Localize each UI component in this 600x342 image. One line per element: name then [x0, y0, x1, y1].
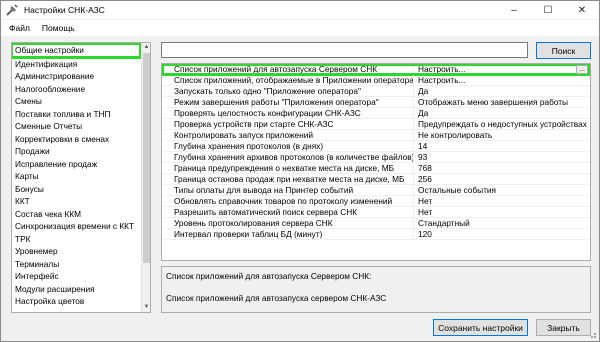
maximize-icon[interactable]: ☐ [531, 1, 565, 19]
table-row[interactable]: Проверка устройств при старте СНК-АЗС Пр… [162, 118, 590, 130]
property-name: Режим завершения работы "Приложения опер… [174, 96, 379, 107]
property-value[interactable]: Да [413, 85, 590, 96]
sidebar-item-receipt-composition[interactable]: Состав чека ККМ [12, 208, 142, 221]
table-row[interactable]: Список приложений для автозапуска Сервер… [162, 63, 590, 76]
sidebar-item-extension-modules[interactable]: Модули расширения [12, 283, 142, 296]
menu-help[interactable]: Помощь [36, 23, 81, 33]
minimize-icon[interactable]: – [497, 1, 531, 19]
property-name: Проверять целостность конфигурации СНК-А… [174, 107, 361, 118]
property-name: Разрешить автоматический поиск сервера С… [174, 206, 358, 217]
table-row[interactable]: Режим завершения работы "Приложения опер… [162, 96, 590, 108]
property-value[interactable]: 14 [413, 140, 590, 151]
table-row[interactable]: Разрешить автоматический поиск сервера С… [162, 206, 590, 218]
table-row[interactable]: Интервал проверки таблиц БД (минут) 120 [162, 228, 590, 240]
table-row[interactable]: Граница останова продаж при нехватке мес… [162, 173, 590, 185]
table-row[interactable]: Запускать только одно "Приложение операт… [162, 85, 590, 97]
property-name: Глубина хранения архивов протоколов (в к… [174, 151, 413, 162]
property-value[interactable]: Предупреждать о недоступных устройствах [413, 118, 590, 129]
description-panel: Список приложений для автозапуска Сервер… [161, 266, 591, 313]
property-name: Запускать только одно "Приложение операт… [174, 85, 361, 96]
search-input[interactable] [161, 42, 528, 58]
scroll-down-icon[interactable]: ▼ [142, 303, 150, 312]
menu-bar: Файл Помощь [1, 20, 599, 36]
property-name: Проверка устройств при старте СНК-АЗС [174, 118, 334, 129]
settings-category-list[interactable]: Общие настройки Идентификация Администри… [11, 42, 151, 313]
property-value[interactable]: 120 [413, 228, 590, 239]
sidebar-item-administration[interactable]: Администрирование [12, 70, 142, 83]
property-value[interactable]: Да [413, 107, 590, 118]
property-value[interactable]: 768 [413, 162, 590, 173]
table-row[interactable]: Граница предупреждения о нехватке места … [162, 162, 590, 174]
table-row[interactable]: Список приложений, отображаемые в Прилож… [162, 74, 590, 86]
scroll-up-icon[interactable]: ▲ [142, 43, 150, 52]
sidebar-item-fuel-deliveries[interactable]: Поставки топлива и ТНП [12, 108, 142, 121]
property-value[interactable]: Настроить... [413, 64, 590, 74]
property-value[interactable]: Настроить... [413, 74, 590, 85]
search-button[interactable]: Поиск [536, 42, 591, 59]
property-value[interactable]: 256 [413, 173, 590, 184]
property-name: Интервал проверки таблиц БД (минут) [174, 228, 323, 239]
settings-property-grid: Список приложений для автозапуска Сервер… [161, 63, 591, 261]
property-name: Контролировать запуск приложений [174, 129, 314, 140]
sidebar-item-cards[interactable]: Карты [12, 170, 142, 183]
property-name: Список приложений, отображаемые в Прилож… [174, 74, 413, 85]
save-settings-button[interactable]: Сохранить настройки [433, 319, 528, 336]
table-row[interactable]: Глубина хранения архивов протоколов (в к… [162, 151, 590, 163]
table-row[interactable]: Глубина хранения протоколов (в днях) 14 [162, 140, 590, 152]
property-value[interactable]: Не контролировать [413, 129, 590, 140]
sidebar-item-general[interactable]: Общие настройки [12, 43, 142, 59]
resize-grip-icon[interactable] [588, 330, 597, 339]
property-name: Уровень протоколирования сервера СНК [174, 217, 333, 228]
property-value[interactable]: Нет [413, 206, 590, 217]
ellipsis-button[interactable]: ... [576, 65, 588, 74]
property-value[interactable]: Остальные события [413, 184, 590, 195]
sidebar-item-taxation[interactable]: Налогообложение [12, 83, 142, 96]
sidebar-scrollbar[interactable]: ▲ ▼ [141, 43, 150, 312]
table-row[interactable]: Контролировать запуск приложений Не конт… [162, 129, 590, 141]
sidebar-item-bonuses[interactable]: Бонусы [12, 183, 142, 196]
property-value[interactable]: Отображать меню завершения работы [413, 96, 590, 107]
sidebar-item-shift-reports[interactable]: Сменные Отчеты [12, 120, 142, 133]
property-name: Обновлять справочник товаров по протокол… [174, 195, 393, 206]
close-button[interactable]: Закрыть [536, 319, 591, 336]
close-icon[interactable]: ✕ [565, 1, 599, 19]
table-row[interactable]: Уровень протоколирования сервера СНК Ста… [162, 217, 590, 229]
property-name: Глубина хранения протоколов (в днях) [174, 140, 324, 151]
description-text: Список приложений для автозапуска сервер… [166, 293, 387, 303]
menu-file[interactable]: Файл [1, 23, 36, 33]
sidebar-item-shift-corrections[interactable]: Корректировки в сменах [12, 133, 142, 146]
property-name: Список приложений для автозапуска Сервер… [174, 63, 378, 74]
scroll-thumb[interactable] [143, 53, 150, 263]
property-value[interactable]: 93 [413, 151, 590, 162]
property-name: Граница останова продаж при нехватке мес… [174, 173, 405, 184]
description-title: Список приложений для автозапуска Сервер… [166, 271, 372, 281]
window-title: Настройки СНК-АЗС [24, 5, 105, 15]
sidebar-item-level-gauge[interactable]: Уровнемер [12, 245, 142, 258]
property-value[interactable]: Стандартный [413, 217, 590, 228]
sidebar-item-identification[interactable]: Идентификация [12, 58, 142, 71]
app-icon [6, 4, 18, 16]
sidebar-item-terminals[interactable]: Терминалы [12, 258, 142, 271]
sidebar-item-time-sync[interactable]: Синхронизация времени с ККТ [12, 220, 142, 233]
table-row[interactable]: Обновлять справочник товаров по протокол… [162, 195, 590, 207]
property-name: Типы оплаты для вывода на Принтер событи… [174, 184, 354, 195]
property-name: Граница предупреждения о нехватке места … [174, 162, 395, 173]
property-value[interactable]: Нет [413, 195, 590, 206]
settings-window: Настройки СНК-АЗС – ☐ ✕ Файл Помощь Общи… [0, 0, 600, 342]
table-row[interactable]: Проверять целостность конфигурации СНК-А… [162, 107, 590, 119]
sidebar-item-shifts[interactable]: Смены [12, 95, 142, 108]
sidebar-item-color-settings[interactable]: Настройка цветов [12, 295, 142, 308]
sidebar-item-interface[interactable]: Интерфейс [12, 270, 142, 283]
sidebar-item-kkt[interactable]: ККТ [12, 195, 142, 208]
table-row[interactable]: Типы оплаты для вывода на Принтер событи… [162, 184, 590, 196]
sidebar-item-sales[interactable]: Продажи [12, 145, 142, 158]
title-bar: Настройки СНК-АЗС – ☐ ✕ [1, 1, 599, 19]
sidebar-item-sales-correction[interactable]: Исправление продаж [12, 158, 142, 171]
sidebar-item-trk[interactable]: ТРК [12, 233, 142, 246]
